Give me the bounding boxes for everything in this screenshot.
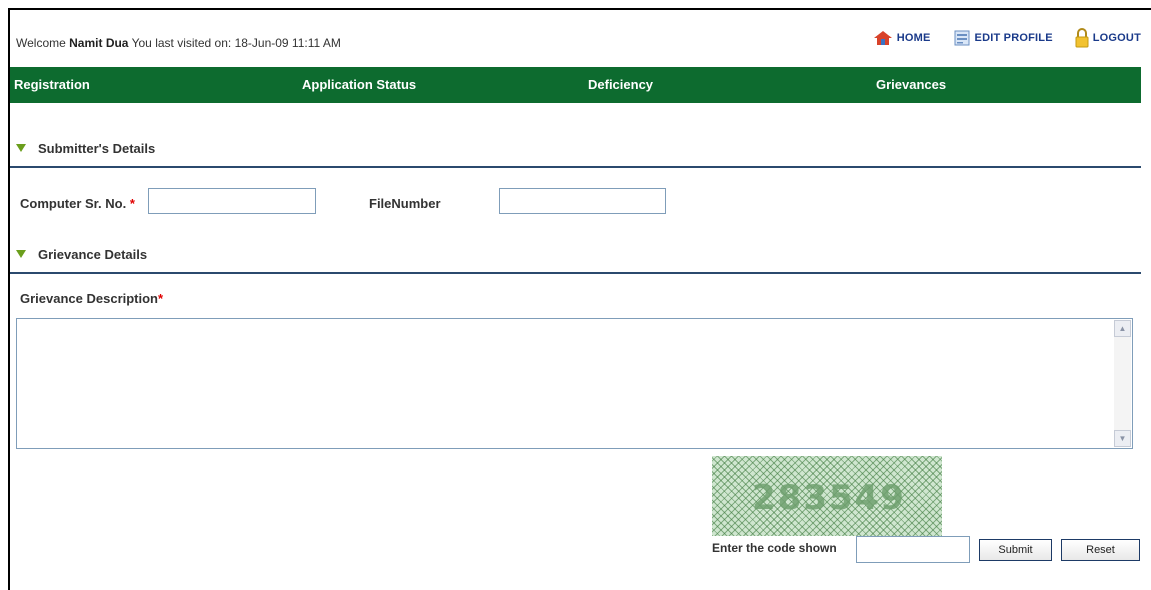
grievance-description-label-text: Grievance Description <box>20 291 158 306</box>
vertical-scrollbar[interactable]: ▲ ▼ <box>1114 320 1131 447</box>
computer-sr-label-text: Computer Sr. No. <box>20 196 127 211</box>
grievance-section-header[interactable]: Grievance Details <box>10 244 1141 274</box>
home-link[interactable]: HOME <box>873 30 931 46</box>
grievance-description-textarea[interactable]: ▲ ▼ <box>16 318 1133 449</box>
top-bar: Welcome Namit Dua You last visited on: 1… <box>10 10 1151 66</box>
welcome-message: Welcome Namit Dua You last visited on: 1… <box>16 36 341 50</box>
edit-profile-link[interactable]: EDIT PROFILE <box>953 29 1053 47</box>
file-number-label: FileNumber <box>369 196 441 211</box>
collapse-triangle-icon <box>16 144 26 152</box>
nav-item-application-status[interactable]: Application Status <box>302 77 416 92</box>
collapse-triangle-icon <box>16 250 26 258</box>
user-name: Namit Dua <box>69 36 129 50</box>
reset-button[interactable]: Reset <box>1061 539 1140 561</box>
home-label: HOME <box>896 32 931 44</box>
computer-sr-label: Computer Sr. No. * <box>20 196 135 211</box>
captcha-code: 283549 <box>752 478 906 518</box>
section-title: Grievance Details <box>38 247 148 262</box>
edit-profile-icon <box>953 29 971 47</box>
scroll-down-icon[interactable]: ▼ <box>1114 430 1131 447</box>
required-marker: * <box>158 291 164 306</box>
captcha-input[interactable] <box>856 536 970 563</box>
logout-link[interactable]: LOGOUT <box>1075 28 1141 48</box>
welcome-prefix: Welcome <box>16 36 66 50</box>
logout-label: LOGOUT <box>1092 32 1141 44</box>
top-links: HOME EDIT PROFILE LOGOUT <box>873 28 1141 48</box>
nav-item-grievances[interactable]: Grievances <box>876 77 946 92</box>
captcha-label: Enter the code shown <box>712 541 837 555</box>
nav-item-deficiency[interactable]: Deficiency <box>588 77 653 92</box>
nav-item-registration[interactable]: Registration <box>14 77 90 92</box>
main-nav: Registration Application Status Deficien… <box>10 67 1141 103</box>
file-number-input[interactable] <box>499 188 666 214</box>
scroll-up-icon[interactable]: ▲ <box>1114 320 1131 337</box>
captcha-image: 283549 <box>712 456 942 536</box>
home-icon <box>873 30 893 46</box>
section-title: Submitter's Details <box>38 141 156 156</box>
required-marker: * <box>129 196 135 211</box>
submitter-section-header[interactable]: Submitter's Details <box>10 138 1141 168</box>
submit-button[interactable]: Submit <box>979 539 1052 561</box>
grievance-description-label: Grievance Description* <box>20 291 163 306</box>
computer-sr-input[interactable] <box>148 188 316 214</box>
lock-icon <box>1075 28 1089 48</box>
edit-profile-label: EDIT PROFILE <box>974 32 1053 44</box>
last-visited: You last visited on: 18-Jun-09 11:11 AM <box>131 36 341 50</box>
